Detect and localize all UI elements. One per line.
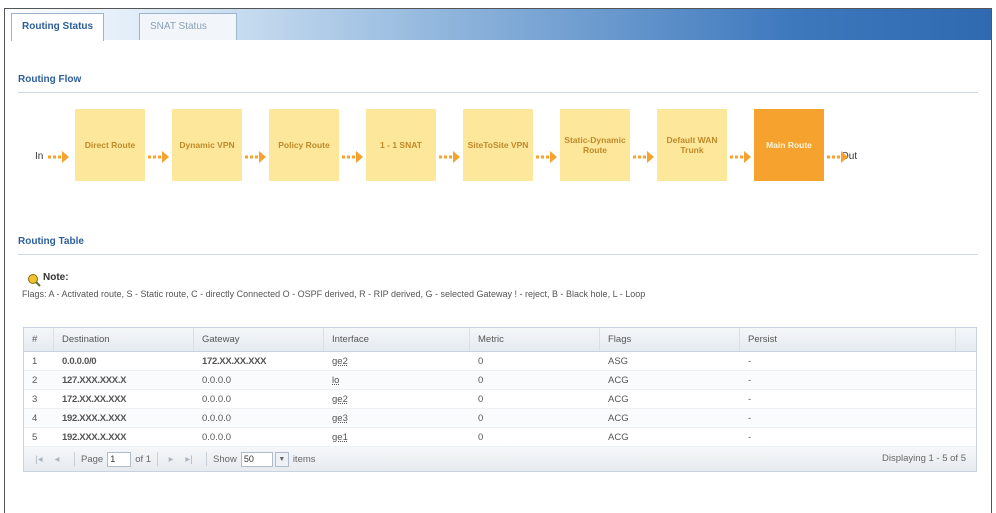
display-count: Displaying 1 - 5 of 5 <box>882 453 966 464</box>
page-label: Page <box>81 453 104 465</box>
flags-cell: ACG <box>608 432 629 443</box>
persist-cell: - <box>748 394 752 405</box>
flags-cell: ASG <box>608 356 629 367</box>
persist-cell: - <box>748 432 752 443</box>
column-header-number[interactable]: # <box>24 328 54 351</box>
metric-cell: 0 <box>478 432 484 443</box>
show-label: Show <box>213 453 237 465</box>
destination-cell: 172.XX.XX.XXX <box>62 394 127 405</box>
next-page-icon[interactable]: ▸ <box>164 454 178 465</box>
destination-cell: 127.XXX.XXX.X <box>62 375 127 386</box>
flow-step: Dynamic VPN <box>172 109 242 181</box>
column-header-interface[interactable]: Interface <box>324 328 470 351</box>
interface-cell[interactable]: ge3 <box>324 409 470 427</box>
first-page-icon[interactable]: |◂ <box>32 454 46 465</box>
last-page-icon[interactable]: ▸| <box>182 454 196 465</box>
interface-cell[interactable]: lo <box>324 371 470 389</box>
flow-arrow-icon <box>536 151 557 163</box>
column-header-gateway[interactable]: Gateway <box>194 328 324 351</box>
table-row[interactable]: 5 192.XXX.X.XXX 0.0.0.0 ge1 0 ACG - <box>24 428 976 447</box>
flow-step: Direct Route <box>75 109 145 181</box>
routing-table: # Destination Gateway Interface Metric F… <box>23 327 977 472</box>
items-label: items <box>292 453 316 465</box>
persist-cell: - <box>748 375 752 386</box>
table-row[interactable]: 3 172.XX.XX.XXX 0.0.0.0 ge2 0 ACG - <box>24 390 976 409</box>
metric-cell: 0 <box>478 394 484 405</box>
metric-cell: 0 <box>478 356 484 367</box>
flow-arrow-icon <box>827 151 848 163</box>
routing-status-window: Routing Status SNAT Status Routing Flow … <box>4 8 992 513</box>
metric-cell: 0 <box>478 375 484 386</box>
note-label: Note: <box>43 272 69 283</box>
note-icon <box>28 274 41 287</box>
column-header-destination[interactable]: Destination <box>54 328 194 351</box>
destination-cell: 0.0.0.0/0 <box>62 356 97 367</box>
flags-cell: ACG <box>608 413 629 424</box>
page-number-input[interactable]: 1 <box>107 451 132 467</box>
table-body: 1 0.0.0.0/0 172.XX.XX.XXX ge2 0 ASG - 2 127.XXX.… <box>24 352 976 447</box>
table-row[interactable]: 1 0.0.0.0/0 172.XX.XX.XXX ge2 0 ASG - <box>24 352 976 371</box>
gateway-cell: 0.0.0.0 <box>202 432 232 443</box>
page-size-select[interactable]: 50 <box>240 451 273 467</box>
chevron-down-icon[interactable]: ▼ <box>274 451 289 467</box>
routing-table-title: Routing Table <box>18 236 84 247</box>
pager-separator <box>206 452 208 466</box>
figure-caption-strip <box>0 0 996 8</box>
destination-cell: 192.XXX.X.XXX <box>62 432 127 443</box>
table-row[interactable]: 2 127.XXX.XXX.X 0.0.0.0 lo 0 ACG - <box>24 371 976 390</box>
interface-cell[interactable]: ge2 <box>324 352 470 370</box>
flow-arrow-icon <box>245 151 266 163</box>
row-number: 2 <box>32 375 38 386</box>
gateway-cell: 0.0.0.0 <box>202 413 232 424</box>
row-number: 3 <box>32 394 38 405</box>
flags-cell: ACG <box>608 375 629 386</box>
interface-cell[interactable]: ge2 <box>324 390 470 408</box>
flow-arrow-icon <box>48 151 69 163</box>
persist-cell: - <box>748 413 752 424</box>
flow-arrow-icon <box>730 151 751 163</box>
column-header-persist[interactable]: Persist <box>740 328 956 351</box>
flow-arrow-icon <box>148 151 169 163</box>
flow-arrow-icon <box>633 151 654 163</box>
metric-cell: 0 <box>478 413 484 424</box>
flow-step: Static-Dynamic Route <box>560 109 630 181</box>
section-divider <box>18 254 978 255</box>
table-row[interactable]: 4 192.XXX.X.XXX 0.0.0.0 ge3 0 ACG - <box>24 409 976 428</box>
row-number: 1 <box>32 356 38 367</box>
interface-cell[interactable]: ge1 <box>324 428 470 446</box>
table-header: # Destination Gateway Interface Metric F… <box>24 328 976 352</box>
flow-step: 1 - 1 SNAT <box>366 109 436 181</box>
column-header-metric[interactable]: Metric <box>470 328 600 351</box>
persist-cell: - <box>748 356 752 367</box>
flow-step-main-route: Main Route <box>754 109 824 181</box>
flow-step: Policy Route <box>269 109 339 181</box>
gateway-cell: 0.0.0.0 <box>202 375 232 386</box>
flow-arrow-icon <box>342 151 363 163</box>
row-number: 5 <box>32 432 38 443</box>
flags-legend: Flags: A - Activated route, S - Static r… <box>22 289 646 299</box>
table-pager: |◂ ◂ Page 1 of 1 ▸ ▸| Show 50 ▼ items Di… <box>24 447 976 471</box>
flow-step: SiteToSite VPN <box>463 109 533 181</box>
page-count-label: of 1 <box>135 453 152 465</box>
gateway-cell: 0.0.0.0 <box>202 394 232 405</box>
flow-step: Default WAN Trunk <box>657 109 727 181</box>
destination-cell: 192.XXX.X.XXX <box>62 413 127 424</box>
flags-cell: ACG <box>608 394 629 405</box>
gateway-cell: 172.XX.XX.XXX <box>202 356 267 367</box>
prev-page-icon[interactable]: ◂ <box>50 454 64 465</box>
row-number: 4 <box>32 413 38 424</box>
flow-arrow-icon <box>439 151 460 163</box>
pager-separator <box>74 452 75 466</box>
pager-separator <box>157 452 159 466</box>
column-header-flags[interactable]: Flags <box>600 328 740 351</box>
